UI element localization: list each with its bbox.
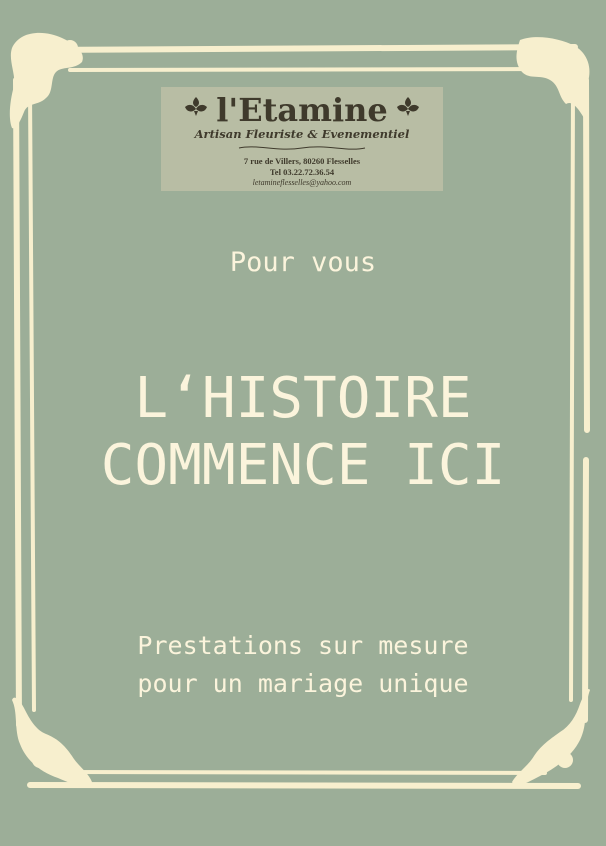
headline-line-1: L‘HISTOIRE [134, 366, 472, 431]
headline-line-2: COMMENCE ICI [100, 433, 506, 498]
logo-tagline: Artisan Fleuriste & Evenementiel [194, 127, 410, 141]
logo-panel: l'Etamine Artisan Fleuriste & Evenementi… [161, 87, 443, 191]
logo-email: letamineflesselles@yahoo.com [252, 178, 352, 187]
logo-name: l'Etamine [216, 91, 388, 129]
headline: L‘HISTOIRE COMMENCE ICI [0, 365, 606, 499]
logo-phone: Tel 03.22.72.36.54 [269, 167, 335, 177]
divider-flourish [238, 146, 366, 150]
tagline-line-2: pour un mariage unique [137, 669, 469, 698]
logo-address: 7 rue de Villers, 80260 Flesselles [243, 156, 361, 166]
tagline-line-1: Prestations sur mesure [137, 631, 469, 660]
intro-text: Pour vous [229, 247, 377, 278]
tagline: Prestations sur mesure pour un mariage u… [0, 627, 606, 703]
invitation-card: l'Etamine Artisan Fleuriste & Evenementi… [0, 0, 606, 846]
